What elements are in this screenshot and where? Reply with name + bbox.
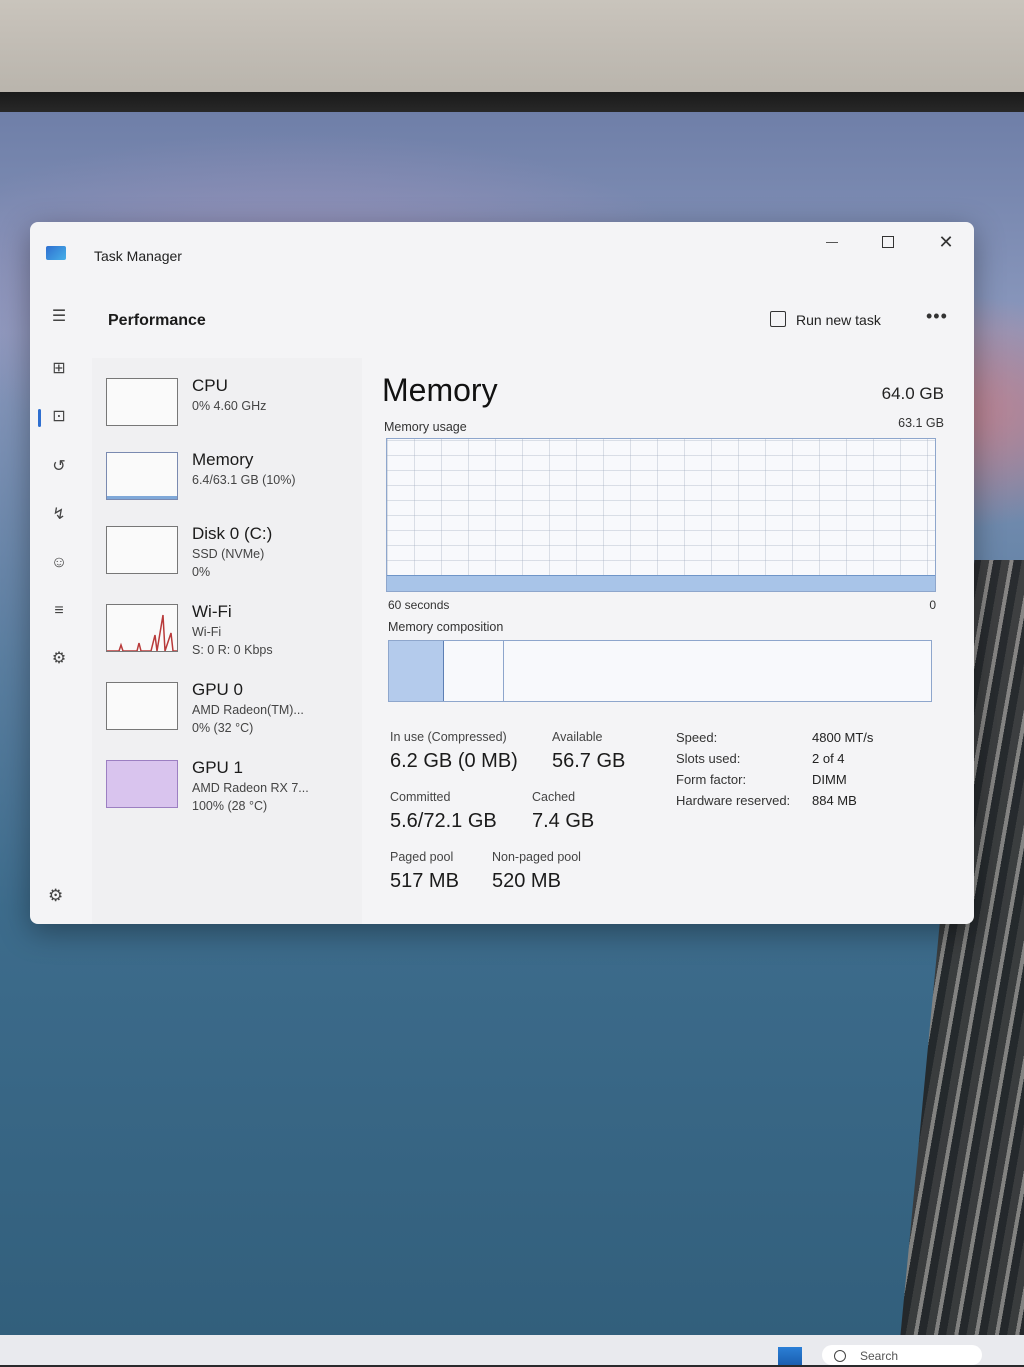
close-button[interactable]: ✕ — [926, 228, 966, 256]
processes-icon[interactable]: ⊞ — [48, 358, 70, 380]
settings-icon[interactable]: ⚙ — [48, 886, 63, 906]
memory-thumbnail-graph — [106, 452, 178, 500]
active-nav-indicator — [38, 409, 41, 427]
cached-label: Cached — [532, 790, 576, 804]
available-value: 56.7 GB — [552, 750, 626, 772]
device-list: CPU 0% 4.60 GHz Memory 6.4/63.1 GB (10%)… — [92, 358, 362, 924]
more-options-button[interactable]: ••• — [926, 306, 948, 327]
startup-apps-icon[interactable]: ↯ — [48, 504, 70, 526]
close-icon: ✕ — [938, 232, 954, 252]
search-icon — [834, 1350, 846, 1362]
device-name: CPU — [192, 376, 228, 395]
wifi-thumbnail-graph — [106, 604, 178, 652]
device-name: Memory — [192, 450, 254, 469]
memory-composition-bar — [388, 640, 932, 702]
device-detail: SSD (NVMe) — [192, 547, 265, 561]
window-title: Task Manager — [94, 248, 182, 264]
committed-value: 5.6/72.1 GB — [390, 810, 497, 832]
memory-usage-graph — [386, 438, 936, 592]
device-detail: 0% 4.60 GHz — [192, 399, 267, 413]
paged-pool-label: Paged pool — [390, 850, 454, 864]
device-item-wifi[interactable]: Wi-Fi Wi-Fi S: 0 R: 0 Kbps — [106, 598, 356, 664]
device-name: Disk 0 (C:) — [192, 524, 273, 543]
device-item-memory[interactable]: Memory 6.4/63.1 GB (10%) — [106, 446, 356, 512]
device-detail-2: 0% (32 °C) — [192, 721, 254, 735]
device-detail: AMD Radeon(TM)... — [192, 703, 304, 717]
committed-label: Committed — [390, 790, 451, 804]
app-history-icon[interactable]: ↺ — [48, 456, 70, 478]
paged-pool-value: 517 MB — [390, 870, 459, 892]
memory-title: Memory — [382, 372, 498, 408]
wall-background — [0, 0, 1024, 100]
hardware-reserved-key: Hardware reserved: — [676, 793, 791, 808]
wifi-activity-spikes — [107, 614, 177, 651]
minimize-button[interactable] — [812, 228, 852, 256]
memory-total: 64.0 GB — [881, 384, 944, 403]
run-task-icon — [770, 311, 786, 327]
device-name: Wi-Fi — [192, 602, 232, 621]
device-name: GPU 1 — [192, 758, 244, 777]
device-detail: 6.4/63.1 GB (10%) — [192, 473, 296, 487]
device-detail-2: S: 0 R: 0 Kbps — [192, 643, 273, 657]
device-item-cpu[interactable]: CPU 0% 4.60 GHz — [106, 372, 356, 438]
cpu-thumbnail-graph — [106, 378, 178, 426]
memory-usage-fill — [387, 574, 935, 591]
task-manager-app-icon — [46, 246, 66, 260]
run-new-task-label: Run new task — [796, 312, 881, 328]
in-use-value: 6.2 GB (0 MB) — [390, 750, 518, 772]
non-paged-pool-value: 520 MB — [492, 870, 561, 892]
hardware-reserved-value: 884 MB — [812, 793, 857, 808]
graph-time-span: 60 seconds — [388, 598, 450, 612]
graph-axis-zero: 0 — [929, 598, 936, 612]
memory-composition-label: Memory composition — [388, 620, 504, 634]
start-button[interactable] — [778, 1347, 802, 1365]
taskbar-search-placeholder: Search — [860, 1349, 899, 1363]
services-icon[interactable]: ⚙ — [48, 648, 70, 670]
users-icon[interactable]: ☺ — [48, 552, 70, 574]
composition-in-use — [389, 641, 445, 701]
non-paged-pool-label: Non-paged pool — [492, 850, 581, 864]
composition-standby — [443, 641, 504, 701]
taskbar-search-box[interactable]: Search — [822, 1345, 982, 1365]
task-manager-window: Task Manager ✕ ☰ ⊞ ⊡ ↺ ↯ ☺ ≡ ⚙ ⚙ Perform… — [30, 222, 974, 924]
device-detail-2: 0% — [192, 565, 211, 579]
slots-used-key: Slots used: — [676, 751, 741, 766]
gpu1-thumbnail-graph — [106, 760, 178, 808]
run-new-task-button[interactable]: Run new task — [770, 306, 881, 334]
slots-used-value: 2 of 4 — [812, 751, 845, 766]
performance-icon[interactable]: ⊡ — [48, 406, 70, 428]
memory-usage-label: Memory usage — [384, 420, 467, 434]
available-label: Available — [552, 730, 603, 744]
device-item-disk[interactable]: Disk 0 (C:) SSD (NVMe) 0% — [106, 520, 356, 586]
title-bar[interactable]: Task Manager ✕ — [30, 222, 974, 292]
speed-value: 4800 MT/s — [812, 730, 874, 745]
device-detail: AMD Radeon RX 7... — [192, 781, 309, 795]
device-detail-2: 100% (28 °C) — [192, 799, 268, 813]
cached-value: 7.4 GB — [532, 810, 595, 832]
speed-key: Speed: — [676, 730, 718, 745]
page-title: Performance — [108, 312, 206, 329]
left-navigation: ☰ ⊞ ⊡ ↺ ↯ ☺ ≡ ⚙ — [30, 292, 92, 924]
gpu0-thumbnail-graph — [106, 682, 178, 730]
details-icon[interactable]: ≡ — [48, 600, 70, 622]
disk-thumbnail-graph — [106, 526, 178, 574]
maximize-button[interactable] — [868, 228, 908, 256]
device-detail: Wi-Fi — [192, 625, 222, 639]
hamburger-icon[interactable]: ☰ — [48, 306, 70, 328]
memory-usage-max: 63.1 GB — [898, 416, 944, 430]
in-use-label: In use (Compressed) — [390, 730, 507, 744]
device-item-gpu0[interactable]: GPU 0 AMD Radeon(TM)... 0% (32 °C) — [106, 676, 356, 742]
device-item-gpu1[interactable]: GPU 1 AMD Radeon RX 7... 100% (28 °C) — [106, 754, 356, 820]
device-name: GPU 0 — [192, 680, 244, 699]
form-factor-value: DIMM — [812, 772, 847, 787]
form-factor-key: Form factor: — [676, 772, 747, 787]
memory-detail-panel: Memory 64.0 GB Memory usage 63.1 GB 60 s… — [380, 358, 950, 918]
